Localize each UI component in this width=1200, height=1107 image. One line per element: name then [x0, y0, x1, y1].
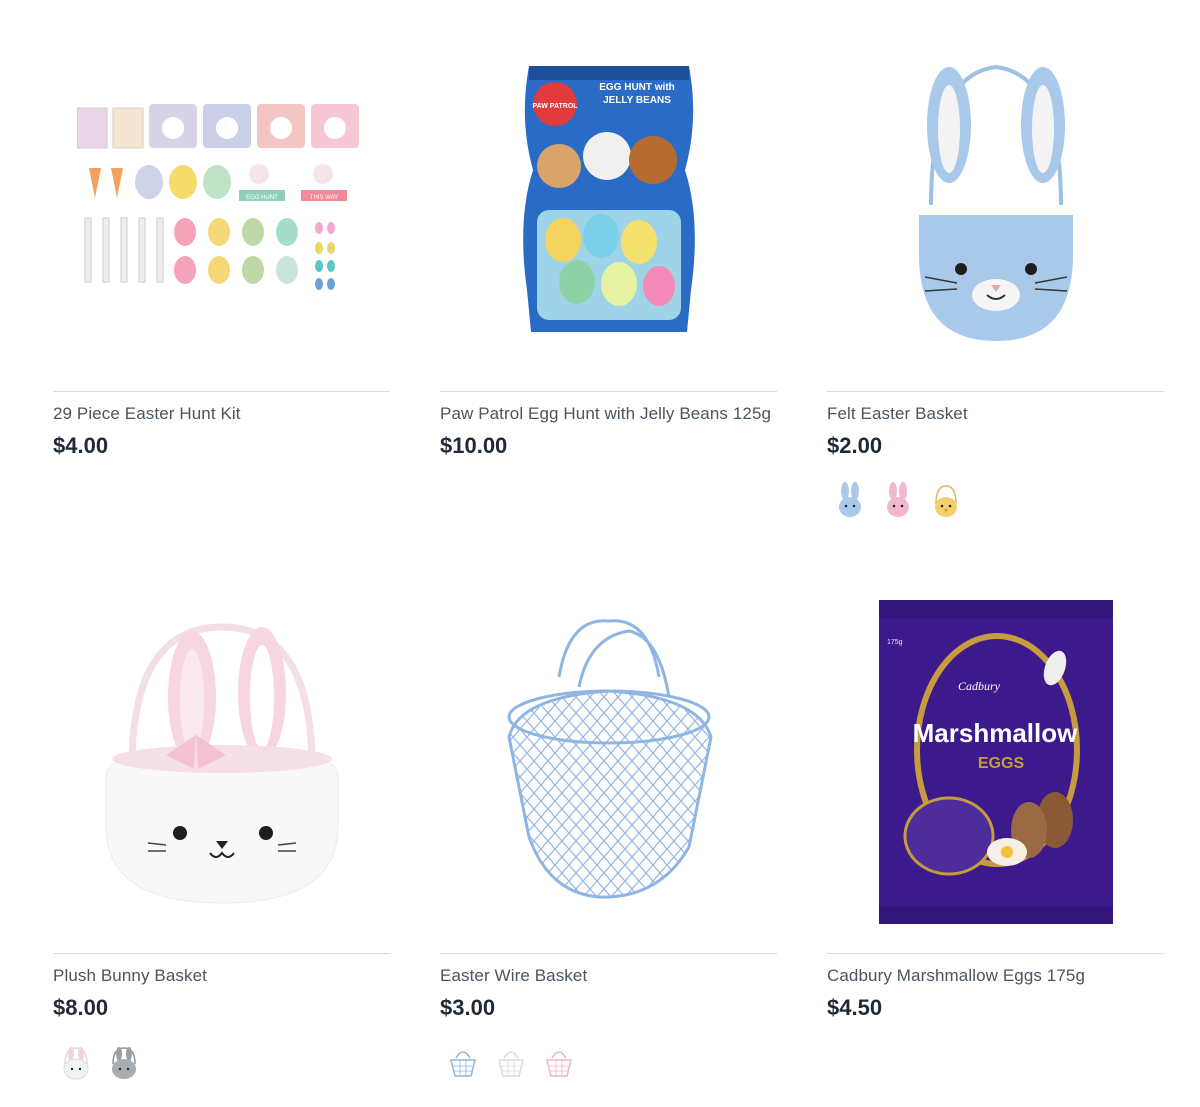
- blue-bunny-swatch-icon: [839, 482, 861, 517]
- wire-basket-image: [506, 618, 713, 899]
- product-price: $8.00: [53, 995, 109, 1020]
- product-card[interactable]: Felt Easter Basket $2.00: [827, 0, 1164, 562]
- swatch-pink[interactable]: [542, 1043, 576, 1081]
- product-title[interactable]: Easter Wire Basket: [440, 966, 777, 986]
- swatch-white[interactable]: [494, 1043, 528, 1081]
- product-price: $4.50: [827, 995, 883, 1020]
- grey-bunny-swatch-icon: [112, 1047, 136, 1079]
- egg-hunt-line1: EGG HUNT with: [599, 82, 675, 93]
- product-card[interactable]: PAW PATROL EGG HUNT with JELLY BEANS Paw…: [440, 0, 777, 562]
- product-title[interactable]: Paw Patrol Egg Hunt with Jelly Beans 125…: [440, 404, 777, 424]
- felt-bunny-basket-image: [918, 64, 1073, 341]
- product-image-paw-patrol[interactable]: PAW PATROL EGG HUNT with JELLY BEANS: [440, 0, 777, 392]
- plush-bunny-basket-image: [105, 622, 338, 904]
- paw-patrol-egg-bag-image: PAW PATROL EGG HUNT with JELLY BEANS: [522, 65, 695, 332]
- swatch-pink[interactable]: [881, 481, 915, 519]
- product-price: $2.00: [827, 433, 883, 458]
- swatch-blue[interactable]: [833, 481, 867, 519]
- swatch-grey[interactable]: [107, 1043, 141, 1081]
- swatch-yellow[interactable]: [929, 481, 963, 519]
- product-card[interactable]: EGG HUNT THIS WAY 29 Piece Easter Hunt K…: [53, 0, 390, 562]
- product-image-wire-basket[interactable]: [440, 562, 777, 954]
- product-card[interactable]: Plush Bunny Basket $8.00: [53, 562, 390, 1107]
- pink-bunny-swatch-icon: [887, 482, 909, 517]
- product-price: $10.00: [440, 433, 508, 458]
- white-bunny-swatch-icon: [63, 1047, 89, 1080]
- product-title[interactable]: 29 Piece Easter Hunt Kit: [53, 404, 390, 424]
- color-swatches: [446, 1043, 777, 1081]
- easter-hunt-kit-image: EGG HUNT THIS WAY: [76, 103, 359, 290]
- sign-egg-hunt-label: EGG HUNT: [246, 195, 278, 201]
- product-image-cadbury-eggs[interactable]: 175g Cadbury Marshmallow EGGS: [827, 562, 1164, 954]
- marshmallow-product-text: Marshmallow: [912, 718, 1077, 748]
- swatch-blue[interactable]: [446, 1043, 480, 1081]
- blue-wire-swatch-icon: [450, 1051, 476, 1077]
- pink-wire-swatch-icon: [546, 1051, 572, 1077]
- color-swatches: [833, 481, 1164, 519]
- weight-label: 175g: [887, 639, 903, 646]
- eggs-product-text: EGGS: [977, 755, 1024, 772]
- product-title[interactable]: Cadbury Marshmallow Eggs 175g: [827, 966, 1164, 986]
- egg-hunt-line2: JELLY BEANS: [603, 95, 671, 106]
- product-card[interactable]: 175g Cadbury Marshmallow EGGS Cadbury Ma…: [827, 562, 1164, 1107]
- product-title[interactable]: Plush Bunny Basket: [53, 966, 390, 986]
- cadbury-marshmallow-eggs-image: 175g Cadbury Marshmallow EGGS: [878, 599, 1113, 924]
- swatch-white[interactable]: [59, 1043, 93, 1081]
- yellow-chick-swatch-icon: [935, 485, 957, 517]
- product-image-felt-basket[interactable]: [827, 0, 1164, 392]
- product-grid: EGG HUNT THIS WAY 29 Piece Easter Hunt K…: [53, 0, 1164, 1107]
- cadbury-brand-text: Cadbury: [958, 679, 1001, 693]
- product-image-easter-hunt-kit[interactable]: EGG HUNT THIS WAY: [53, 0, 390, 392]
- color-swatches: [59, 1043, 390, 1081]
- product-price: $3.00: [440, 995, 496, 1020]
- white-wire-swatch-icon: [498, 1051, 524, 1077]
- product-card[interactable]: Easter Wire Basket $3.00: [440, 562, 777, 1107]
- product-title[interactable]: Felt Easter Basket: [827, 404, 1164, 424]
- product-image-plush-basket[interactable]: [53, 562, 390, 954]
- product-price: $4.00: [53, 433, 109, 458]
- paw-patrol-logo-text: PAW PATROL: [532, 103, 578, 110]
- sign-this-way-label: THIS WAY: [309, 195, 337, 201]
